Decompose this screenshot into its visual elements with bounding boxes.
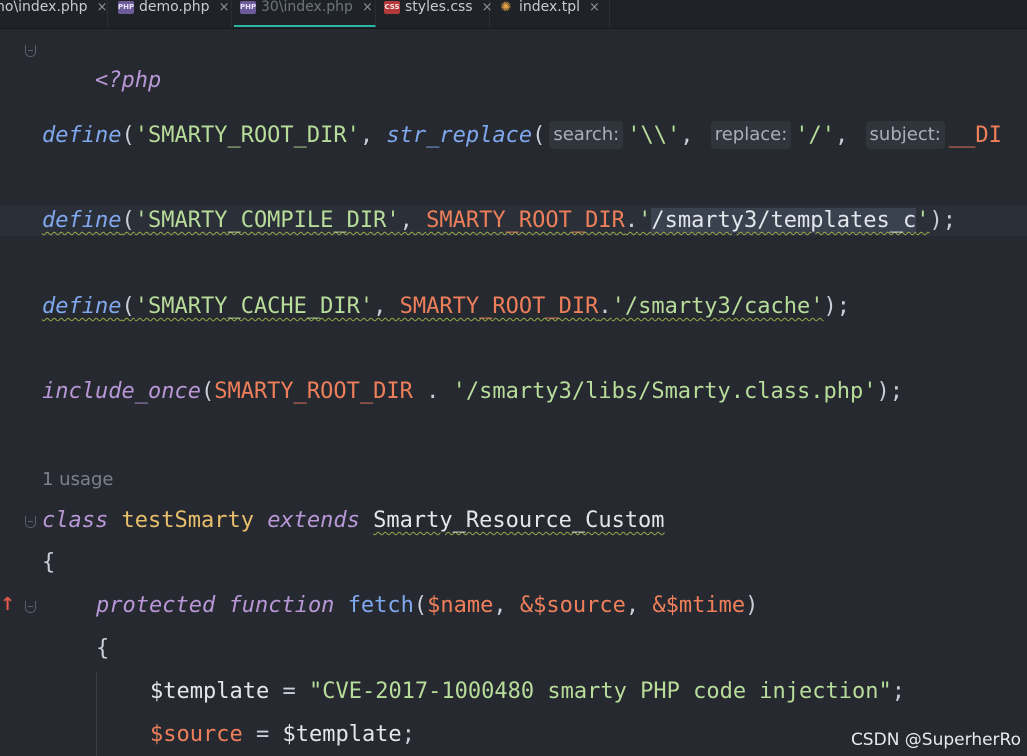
function-name: define bbox=[42, 123, 122, 148]
tab-index-tpl[interactable]: ✺ index.tpl × bbox=[492, 0, 610, 27]
concat-operator: . bbox=[598, 294, 612, 319]
concat-operator: . bbox=[624, 208, 639, 233]
statement-end: ); bbox=[823, 294, 851, 319]
tab-label: no\index.php bbox=[0, 0, 88, 15]
code-line-define-cache: define('SMARTY_CACHE_DIR', SMARTY_ROOT_D… bbox=[42, 294, 851, 319]
tab-label: demo.php bbox=[139, 0, 210, 15]
code-line-include-once: include_once(SMARTY_ROOT_DIR . '/smarty3… bbox=[42, 379, 903, 404]
watermark-text: CSDN @SuperherRo bbox=[850, 730, 1021, 750]
parameter: &$source bbox=[519, 593, 626, 618]
method-name: fetch bbox=[347, 593, 414, 618]
code-line-template-assign: $template = "CVE-2017-1000480 smarty PHP… bbox=[150, 677, 905, 707]
param-hint-subject: subject: bbox=[865, 121, 945, 149]
keyword: extends bbox=[267, 508, 360, 533]
code-line-source-assign: $source = $template; bbox=[150, 720, 415, 750]
code-line-open-tag: <?php bbox=[42, 36, 161, 93]
template-file-icon: ✺ bbox=[500, 0, 512, 15]
tab-styles-css[interactable]: CSS styles.css × bbox=[378, 0, 493, 27]
string-literal: '\\' bbox=[627, 123, 681, 148]
close-icon[interactable]: × bbox=[362, 0, 373, 15]
assign-operator: = bbox=[242, 722, 283, 747]
code-line-define-root: define('SMARTY_ROOT_DIR', str_replace(se… bbox=[42, 121, 1002, 149]
statement-end: ); bbox=[929, 208, 956, 233]
string-literal: 'SMARTY_ROOT_DIR' bbox=[134, 123, 360, 148]
tab-demo-php[interactable]: PHP demo.php × bbox=[114, 0, 232, 27]
string-quote: ' bbox=[916, 208, 930, 233]
keyword: class bbox=[42, 508, 109, 533]
css-file-icon: CSS bbox=[384, 1, 400, 14]
tab-no-index-php[interactable]: no\index.php × bbox=[0, 0, 108, 27]
parent-class-name: Smarty_Resource_Custom bbox=[373, 508, 665, 533]
keyword: function bbox=[228, 593, 335, 618]
php-file-icon: PHP bbox=[118, 1, 134, 14]
close-icon[interactable]: × bbox=[589, 0, 600, 15]
string-literal: 'SMARTY_CACHE_DIR' bbox=[134, 294, 374, 319]
statement-end: ); bbox=[876, 379, 903, 404]
code-line-fetch: protected function fetch($name, &$source… bbox=[96, 593, 759, 618]
tab-label: index.tpl bbox=[519, 0, 581, 15]
function-name: str_replace bbox=[386, 123, 533, 148]
function-name: define bbox=[42, 294, 122, 319]
selected-text[interactable]: /smarty3/templates_c bbox=[651, 208, 917, 233]
code-line-inner-brace: { bbox=[96, 634, 109, 664]
usage-count-hint[interactable]: 1 usage bbox=[42, 466, 114, 494]
brace: { bbox=[96, 636, 110, 661]
php-file-icon: PHP bbox=[240, 1, 256, 14]
variable: $template bbox=[150, 679, 270, 704]
code-editor[interactable]: no\index.php × PHP demo.php × PHP 30\index.p… bbox=[0, 0, 1027, 756]
php-open-tag: <?php bbox=[94, 68, 162, 93]
constant-reference: SMARTY_ROOT_DIR bbox=[399, 294, 599, 319]
variable: $template bbox=[282, 722, 402, 747]
editor-tab-bar: no\index.php × PHP demo.php × PHP 30\index.p… bbox=[0, 0, 1027, 29]
parameter: $name bbox=[427, 593, 494, 618]
tab-label: styles.css bbox=[405, 0, 473, 15]
string-literal: "CVE-2017-1000480 smarty PHP code inject… bbox=[308, 679, 892, 704]
override-method-icon[interactable]: ↑ bbox=[0, 594, 15, 615]
constant-reference: SMARTY_ROOT_DIR bbox=[426, 208, 625, 233]
indent-guide bbox=[96, 672, 97, 756]
param-hint-replace: replace: bbox=[710, 121, 792, 149]
variable: $source bbox=[150, 722, 243, 747]
constant-reference: SMARTY_ROOT_DIR bbox=[214, 379, 413, 404]
keyword: include_once bbox=[42, 379, 201, 404]
tab-label: 30\index.php bbox=[261, 0, 353, 15]
close-icon[interactable]: × bbox=[482, 0, 493, 15]
string-literal: '/smarty3/libs/Smarty.class.php' bbox=[452, 379, 877, 404]
close-icon[interactable]: × bbox=[97, 0, 108, 15]
param-hint-search: search: bbox=[549, 121, 624, 149]
code-line-brace: { bbox=[42, 548, 55, 578]
magic-constant: __DI bbox=[948, 123, 1002, 148]
function-name: define bbox=[42, 208, 122, 233]
brace: { bbox=[42, 550, 56, 575]
parameter: &$mtime bbox=[652, 593, 746, 618]
string-literal: 'SMARTY_COMPILE_DIR' bbox=[134, 208, 400, 233]
fold-marker-icon[interactable] bbox=[25, 516, 36, 528]
statement-end: ; bbox=[891, 679, 906, 704]
fold-marker-icon[interactable] bbox=[25, 45, 36, 57]
fold-marker-icon[interactable] bbox=[25, 601, 36, 613]
concat-operator: . bbox=[412, 379, 453, 404]
tab-30-index-php[interactable]: PHP 30\index.php × bbox=[234, 0, 376, 27]
code-line-class: class testSmarty extends Smarty_Resource… bbox=[42, 506, 665, 536]
string-literal: '/' bbox=[795, 123, 836, 148]
class-name: testSmarty bbox=[121, 508, 254, 533]
close-icon[interactable]: × bbox=[219, 0, 230, 15]
keyword: protected bbox=[96, 593, 216, 618]
statement-end: ; bbox=[401, 722, 415, 747]
assign-operator: = bbox=[269, 679, 309, 704]
string-quote: ' bbox=[638, 208, 652, 233]
string-literal: '/smarty3/cache' bbox=[611, 294, 824, 319]
code-line-define-compile: define('SMARTY_COMPILE_DIR', SMARTY_ROOT… bbox=[0, 206, 1027, 236]
